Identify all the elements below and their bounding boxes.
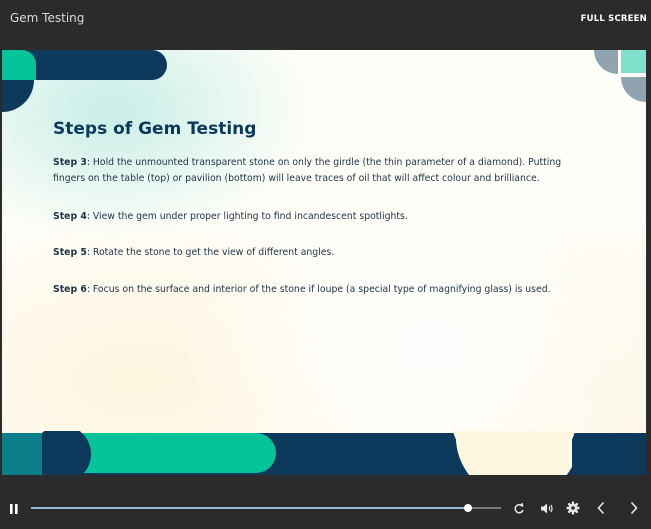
step-text: : Rotate the stone to get the view of di… [86,247,335,258]
step-text: : Hold the unmounted transparent stone o… [53,157,562,184]
settings-icon[interactable] [566,501,580,515]
step-label: Step 4 [53,211,87,222]
fullscreen-button[interactable]: FULL SCREEN [581,14,647,24]
slide-canvas: Steps of Gem Testing Step 3: Hold the un… [2,50,646,475]
step-label: Step 6 [53,284,87,295]
step-3: Step 3: Hold the unmounted transparent s… [53,155,593,187]
step-text: : Focus on the surface and interior of t… [86,284,551,295]
replay-icon[interactable] [513,502,525,515]
slide-title: Steps of Gem Testing [53,119,257,139]
decor-top-left [2,50,167,112]
progress-handle[interactable] [464,504,473,512]
player-controls [0,492,651,529]
step-label: Step 3 [53,157,87,168]
previous-icon[interactable] [596,501,606,515]
player-header: Gem Testing FULL SCREEN [0,0,651,49]
step-4: Step 4: View the gem under proper lighti… [53,209,593,225]
progress-fill [31,507,469,509]
step-6: Step 6: Focus on the surface and interio… [53,282,593,298]
decor-top-right [594,50,646,102]
next-icon[interactable] [629,501,639,515]
volume-icon[interactable] [540,502,554,515]
progress-bar[interactable] [31,504,501,512]
decor-bottom-band [2,431,646,475]
course-title: Gem Testing [10,11,85,25]
step-text: : View the gem under proper lighting to … [86,211,408,222]
step-label: Step 5 [53,247,87,258]
step-5: Step 5: Rotate the stone to get the view… [53,245,593,261]
pause-icon[interactable] [9,503,19,515]
